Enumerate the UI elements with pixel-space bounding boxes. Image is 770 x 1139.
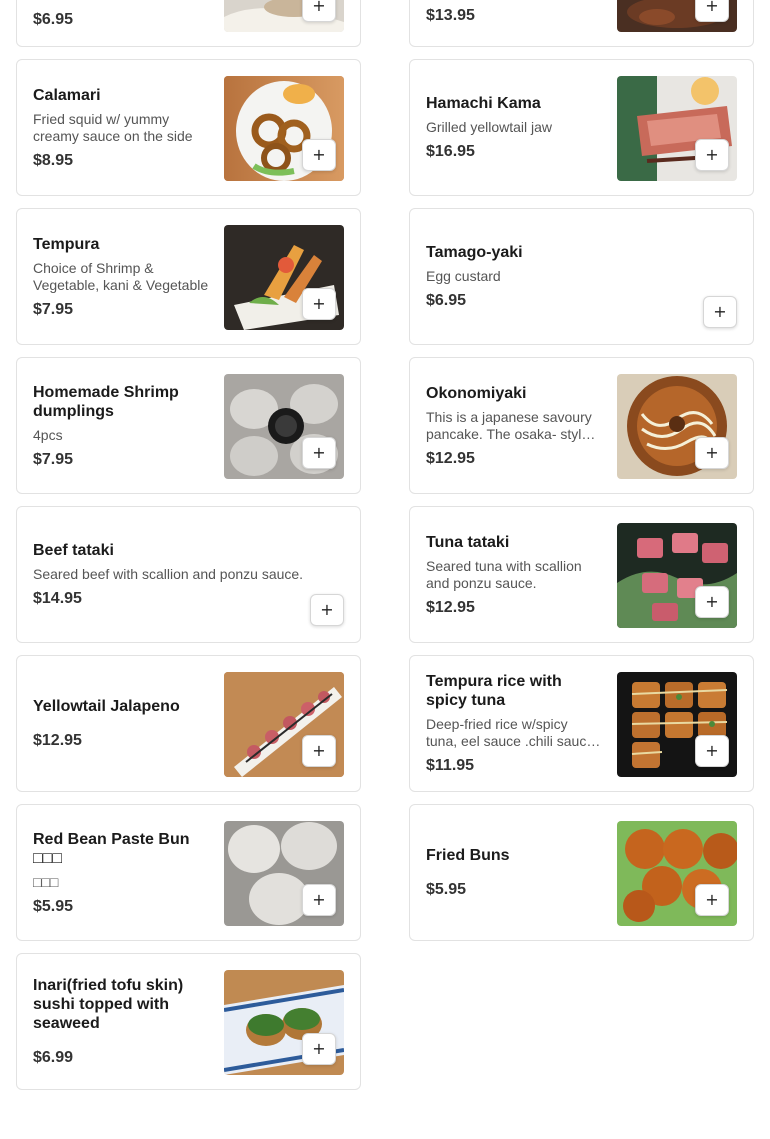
add-to-cart-button[interactable]: +: [695, 735, 729, 767]
item-description: Fried squid w/ yummy creamy sauce on the…: [33, 110, 193, 144]
item-title: Beef tataki: [33, 542, 114, 559]
add-to-cart-button[interactable]: +: [302, 884, 336, 916]
menu-item-card[interactable]: Homemade Shrimp dumplings 4pcs $7.95 +: [16, 357, 361, 494]
plus-icon: +: [705, 145, 719, 164]
item-info: $13.95: [426, 0, 602, 46]
item-price: $6.99: [33, 1049, 74, 1066]
plus-icon: +: [320, 600, 334, 619]
menu-item-card[interactable]: Calamari Fried squid w/ yummy creamy sau…: [16, 59, 361, 196]
item-price: $5.95: [33, 897, 74, 915]
item-description: 4pcs: [33, 426, 63, 443]
add-to-cart-button[interactable]: +: [302, 735, 336, 767]
plus-icon: +: [312, 0, 326, 15]
menu-item-card[interactable]: Tempura Choice of Shrimp & Vegetable, ka…: [16, 208, 361, 345]
menu-item-card[interactable]: $6.95 +: [16, 0, 361, 47]
item-title: Tuna tataki: [426, 533, 510, 551]
item-title: Calamari: [33, 86, 101, 104]
plus-icon: +: [705, 0, 719, 15]
item-description: Choice of Shrimp & Vegetable, kani & Veg…: [33, 259, 209, 293]
item-info: Hamachi Kama Grilled yellowtail jaw $16.…: [426, 60, 602, 195]
add-to-cart-button[interactable]: +: [695, 586, 729, 618]
item-price: $7.95: [33, 450, 74, 468]
plus-icon: +: [312, 890, 326, 909]
plus-icon: +: [705, 741, 719, 760]
item-title: Tempura: [33, 235, 100, 253]
menu-item-card[interactable]: Beef tataki Seared beef with scallion an…: [16, 506, 361, 643]
item-info: Beef tataki Seared beef with scallion an…: [33, 507, 323, 642]
item-title: Hamachi Kama: [426, 95, 541, 112]
item-info: Calamari Fried squid w/ yummy creamy sau…: [33, 60, 209, 195]
item-description: Grilled yellowtail jaw: [426, 119, 553, 135]
add-to-cart-button[interactable]: +: [302, 139, 336, 171]
item-title: Homemade Shrimp dumplings: [33, 383, 179, 420]
plus-icon: +: [713, 302, 727, 321]
add-to-cart-button[interactable]: +: [302, 1033, 336, 1065]
item-description: Deep-fried rice w/spicy tuna, eel sauce …: [426, 716, 595, 749]
item-title: Tempura rice with spicy tuna: [426, 673, 562, 709]
add-to-cart-button[interactable]: +: [695, 0, 729, 22]
item-description: Seared tuna with scallion and ponzu sauc…: [426, 557, 582, 591]
add-to-cart-button[interactable]: +: [302, 288, 336, 320]
plus-icon: +: [705, 443, 719, 462]
item-title: Okonomiyaki: [426, 384, 527, 402]
item-info: Tempura Choice of Shrimp & Vegetable, ka…: [33, 209, 209, 344]
item-title: Red Bean Paste Bun □□□: [33, 830, 190, 867]
menu-item-card[interactable]: $13.95 +: [409, 0, 754, 47]
plus-icon: +: [312, 145, 326, 164]
item-title: Yellowtail Jalapeno: [33, 698, 180, 715]
menu-item-card[interactable]: Red Bean Paste Bun □□□ □□□ $5.95 +: [16, 804, 361, 941]
plus-icon: +: [705, 592, 719, 611]
item-price: $11.95: [426, 757, 475, 774]
item-info: Okonomiyaki This is a japanese savoury p…: [426, 358, 602, 493]
menu-item-card[interactable]: Tempura rice with spicy tuna Deep-fried …: [409, 655, 754, 792]
menu-item-card[interactable]: Okonomiyaki This is a japanese savoury p…: [409, 357, 754, 494]
add-to-cart-button[interactable]: +: [695, 437, 729, 469]
item-price: $12.95: [426, 449, 475, 467]
item-info: $6.95: [33, 0, 209, 46]
item-description: □□□: [33, 873, 59, 890]
plus-icon: +: [312, 1039, 326, 1058]
item-title: Fried Buns: [426, 847, 510, 864]
menu-item-card[interactable]: Yellowtail Jalapeno $12.95 +: [16, 655, 361, 792]
menu-item-card[interactable]: Tuna tataki Seared tuna with scallion an…: [409, 506, 754, 643]
item-price: $16.95: [426, 143, 475, 160]
item-title: Inari(fried tofu skin) sushi topped with…: [33, 977, 184, 1032]
item-price: $13.95: [426, 7, 475, 24]
item-price: $12.95: [33, 732, 82, 749]
item-info: Fried Buns $5.95: [426, 805, 602, 940]
item-info: Homemade Shrimp dumplings 4pcs $7.95: [33, 358, 209, 493]
item-price: $7.95: [33, 300, 74, 318]
item-info: Tuna tataki Seared tuna with scallion an…: [426, 507, 602, 642]
item-info: Yellowtail Jalapeno $12.95: [33, 656, 209, 791]
item-price: $6.95: [426, 292, 467, 309]
item-description: This is a japanese savoury pancake. The …: [426, 408, 592, 442]
item-price: $6.95: [33, 11, 74, 28]
item-info: Red Bean Paste Bun □□□ □□□ $5.95: [33, 805, 209, 940]
menu-item-card[interactable]: Tamago-yaki Egg custard $6.95 +: [409, 208, 754, 345]
menu-item-card[interactable]: Inari(fried tofu skin) sushi topped with…: [16, 953, 361, 1090]
menu-item-card[interactable]: Hamachi Kama Grilled yellowtail jaw $16.…: [409, 59, 754, 196]
item-title: Tamago-yaki: [426, 244, 523, 261]
item-price: $14.95: [33, 590, 82, 607]
add-to-cart-button[interactable]: +: [703, 296, 737, 328]
add-to-cart-button[interactable]: +: [302, 0, 336, 22]
add-to-cart-button[interactable]: +: [302, 437, 336, 469]
item-info: Tempura rice with spicy tuna Deep-fried …: [426, 656, 602, 791]
item-info: Tamago-yaki Egg custard $6.95: [426, 209, 716, 344]
add-to-cart-button[interactable]: +: [310, 594, 344, 626]
menu-item-card[interactable]: Fried Buns $5.95 +: [409, 804, 754, 941]
item-price: $12.95: [426, 598, 475, 616]
item-price: $5.95: [426, 881, 467, 898]
plus-icon: +: [312, 294, 326, 313]
add-to-cart-button[interactable]: +: [695, 884, 729, 916]
add-to-cart-button[interactable]: +: [695, 139, 729, 171]
item-description: Seared beef with scallion and ponzu sauc…: [33, 566, 304, 582]
plus-icon: +: [312, 443, 326, 462]
item-description: Egg custard: [426, 268, 501, 284]
item-price: $8.95: [33, 151, 74, 169]
plus-icon: +: [705, 890, 719, 909]
item-info: Inari(fried tofu skin) sushi topped with…: [33, 954, 209, 1089]
plus-icon: +: [312, 741, 326, 760]
